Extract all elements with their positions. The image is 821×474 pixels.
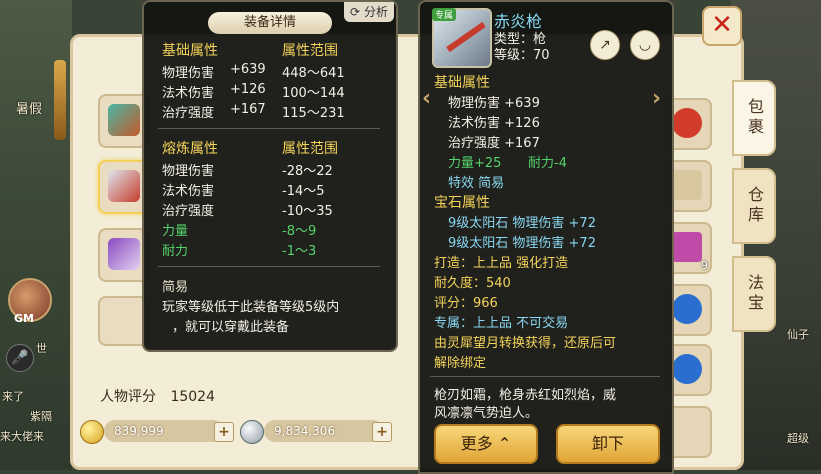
gem-line: 9级太阳石 物理伤害 +72	[448, 216, 596, 231]
next-arrow-icon[interactable]: ›	[652, 86, 661, 111]
attr-range: -10～35	[282, 204, 333, 219]
refresh-icon: ⟳	[350, 5, 361, 19]
helmet-icon	[108, 104, 140, 136]
easy-desc: 玩家等级低于此装备等级5级内	[162, 300, 340, 315]
analyze-button[interactable]: ⟳ 分析	[344, 2, 394, 22]
stack-count: 9	[701, 259, 708, 272]
equipment-detail-panel: 装备详情 ⟳ 分析 基础属性 属性范围 物理伤害 +639 448～641 法术…	[142, 0, 398, 352]
strength-line: 力量+25	[448, 156, 502, 171]
lantern-decoration	[54, 60, 66, 140]
more-button[interactable]: 更多 ⌃	[434, 424, 538, 464]
score-label: 人物评分	[100, 389, 156, 405]
attr-range: -14～5	[282, 184, 325, 199]
share-icon[interactable]: ↗	[590, 30, 620, 60]
scene-text: 超级	[787, 432, 809, 445]
spear-icon	[108, 170, 140, 202]
attr-name: 力量	[162, 224, 189, 239]
add-silver-button[interactable]: +	[372, 422, 392, 442]
bowl-icon	[672, 294, 702, 324]
tab-bag[interactable]: 包裹	[732, 80, 776, 156]
origin-line: 解除绑定	[434, 356, 487, 371]
tab-treasure[interactable]: 法宝	[732, 256, 776, 332]
silver-amount: 9,834,306	[264, 420, 384, 442]
chat-text: 来大佬来	[0, 430, 44, 443]
attr-range: 100～144	[282, 86, 345, 101]
previous-arrow-icon[interactable]: ‹	[422, 86, 431, 111]
divider	[158, 128, 380, 129]
attr-line: 法术伤害 +126	[448, 116, 540, 131]
close-button[interactable]: ✕	[702, 6, 742, 46]
stamina-line: 耐力-4	[528, 156, 567, 171]
base-attr-header: 基础属性	[162, 43, 218, 59]
attr-name: 治疗强度	[162, 106, 215, 121]
attr-value: +167	[230, 102, 266, 117]
attr-range: -1～3	[282, 244, 317, 259]
item-card-panel: 专属 赤炎枪 类型：枪 等级：70 ↗ ◡ ‹ › 基础属性 物理伤害 +639…	[418, 0, 674, 474]
add-gold-button[interactable]: +	[214, 422, 234, 442]
attr-range: -8～9	[282, 224, 317, 239]
silver-coin-icon	[240, 420, 264, 444]
attr-name: 法术伤害	[162, 86, 215, 101]
tab-warehouse[interactable]: 仓库	[732, 168, 776, 244]
attr-value: +126	[230, 82, 266, 97]
attr-name: 物理伤害	[162, 164, 215, 179]
eye-icon[interactable]: ◡	[630, 30, 660, 60]
refine-attr-header: 熔炼属性	[162, 141, 218, 157]
flavor-text: 枪刃如霜，枪身赤红如烈焰，威	[434, 388, 617, 403]
unequip-button[interactable]: 卸下	[556, 424, 660, 464]
blade-shape	[446, 21, 486, 53]
exclusive-line: 专属：上上品 不可交易	[434, 316, 569, 331]
effect-line: 特效 简易	[448, 176, 505, 191]
base-attr-header: 基础属性	[434, 75, 490, 91]
range-header: 属性范围	[282, 141, 338, 157]
score-value: 15024	[170, 389, 215, 405]
attr-value: +639	[230, 62, 266, 77]
gem-attr-header: 宝石属性	[434, 195, 490, 211]
gm-label: GM	[14, 312, 34, 325]
scene-text: 世	[36, 342, 47, 355]
item-icon	[672, 108, 702, 138]
attr-name: 法术伤害	[162, 184, 215, 199]
attr-range: 448～641	[282, 66, 345, 81]
attr-range: -28～22	[282, 164, 333, 179]
item-level: 等级：70	[494, 48, 550, 63]
easy-title: 简易	[162, 280, 189, 295]
character-score: 人物评分 15024	[100, 386, 215, 406]
divider	[158, 266, 380, 267]
microphone-icon[interactable]: 🎤	[6, 344, 34, 372]
forge-line: 打造：上上品 强化打造	[434, 256, 569, 271]
attr-name: 治疗强度	[162, 204, 215, 219]
analyze-label: 分析	[363, 5, 388, 19]
attr-name: 耐力	[162, 244, 189, 259]
spear-icon: 专属	[432, 8, 492, 68]
chat-text: 紫隔	[30, 410, 52, 423]
durability-line: 耐久度：540	[434, 276, 511, 291]
chat-text: 来了	[2, 390, 24, 403]
bowl-icon	[672, 354, 702, 384]
scene-text: 暑假	[16, 102, 43, 117]
flavor-text: 风凛凛气势迫人。	[434, 406, 539, 421]
necklace-icon	[108, 238, 140, 270]
gem-line: 9级太阳石 物理伤害 +72	[448, 236, 596, 251]
divider	[430, 376, 660, 377]
attr-range: 115～231	[282, 106, 345, 121]
attr-line: 物理伤害 +639	[448, 96, 540, 111]
attr-line: 治疗强度 +167	[448, 136, 540, 151]
chest-icon	[672, 232, 702, 262]
attr-name: 物理伤害	[162, 66, 215, 81]
range-header: 属性范围	[282, 43, 338, 59]
gold-coin-icon	[80, 420, 104, 444]
tab-equipment-details[interactable]: 装备详情	[208, 12, 332, 34]
score-line: 评分：966	[434, 296, 498, 311]
origin-line: 由灵犀望月转换获得，还原后可	[434, 336, 617, 351]
more-label: 更多	[460, 434, 493, 453]
bind-tag: 专属	[432, 8, 457, 21]
gold-amount: 839,999	[104, 420, 224, 442]
chevron-up-icon: ⌃	[497, 434, 512, 453]
scroll-icon	[672, 170, 702, 200]
scene-text: 仙子	[787, 328, 809, 341]
easy-desc: ，就可以穿戴此装备	[172, 320, 290, 335]
